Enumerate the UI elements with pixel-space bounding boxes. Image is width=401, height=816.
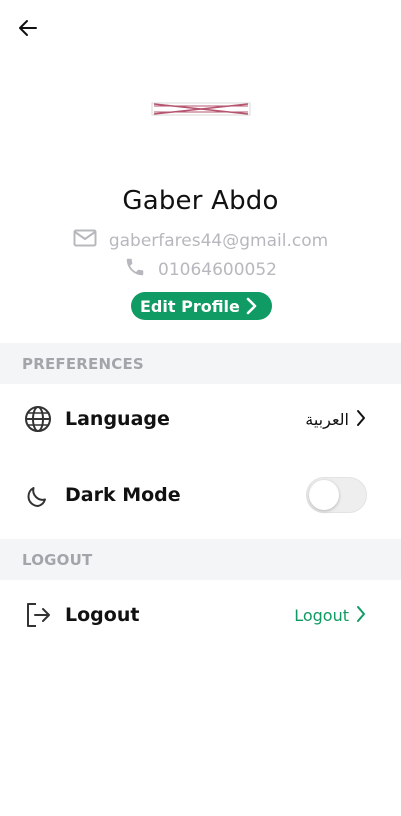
section-title: PREFERENCES	[22, 354, 144, 373]
dark-mode-row: Dark Mode	[0, 471, 401, 519]
arrow-left-icon	[18, 19, 38, 41]
logout-row[interactable]: Logout Logout	[0, 591, 401, 639]
section-header-preferences: PREFERENCES	[0, 343, 401, 384]
profile-phone: 01064600052	[158, 259, 277, 280]
language-label: Language	[65, 408, 170, 430]
section-header-logout: LOGOUT	[0, 539, 401, 580]
chevron-right-icon	[246, 297, 258, 319]
logout-label: Logout	[65, 604, 140, 626]
avatar	[151, 101, 251, 116]
moon-icon	[24, 481, 52, 509]
dark-mode-label: Dark Mode	[65, 484, 181, 506]
section-title: LOGOUT	[22, 550, 93, 569]
edit-profile-label: Edit Profile	[140, 296, 240, 316]
mail-icon	[73, 229, 97, 252]
chevron-right-icon	[356, 409, 366, 431]
email-row: gaberfares44@gmail.com	[0, 229, 401, 252]
logout-action[interactable]: Logout	[294, 606, 349, 625]
edit-profile-button[interactable]: Edit Profile	[131, 292, 272, 320]
globe-icon	[24, 405, 52, 433]
logout-icon	[24, 601, 52, 629]
profile-email: gaberfares44@gmail.com	[108, 230, 329, 251]
toggle-knob	[309, 480, 339, 510]
profile-name: Gaber Abdo	[122, 186, 279, 216]
chevron-right-icon	[356, 605, 366, 627]
language-row[interactable]: Language العربية	[0, 395, 401, 443]
phone-icon	[124, 256, 146, 283]
dark-mode-toggle[interactable]	[306, 477, 367, 513]
back-button[interactable]	[16, 18, 40, 42]
phone-row: 01064600052	[0, 256, 401, 283]
language-value: العربية	[305, 409, 349, 429]
